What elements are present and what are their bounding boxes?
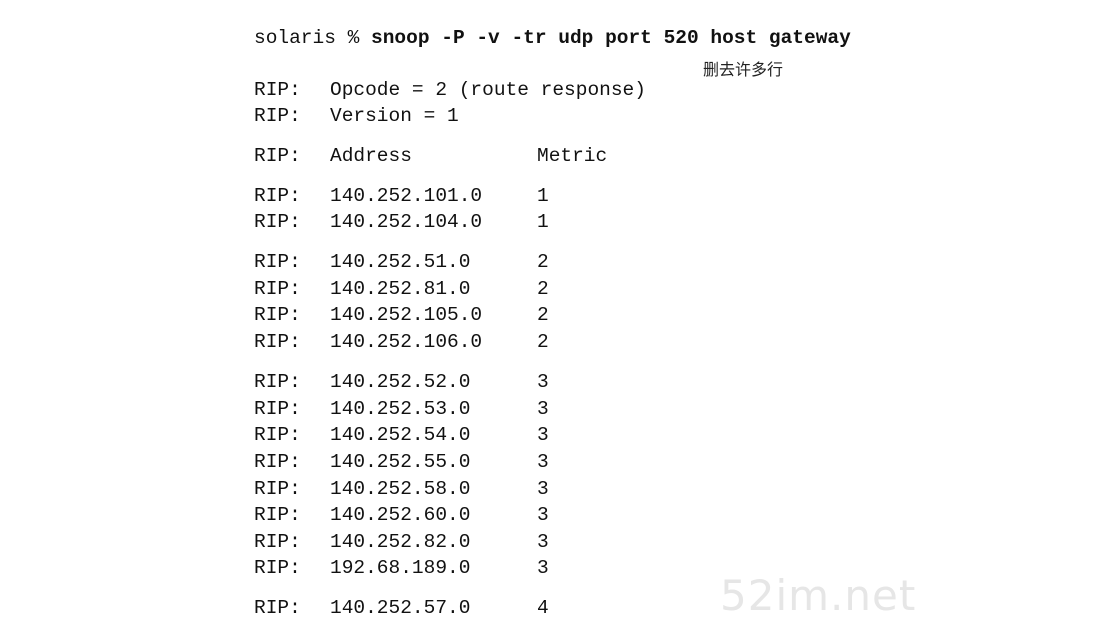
route-metric: 2 xyxy=(537,331,549,353)
table-header: RIP: Address Metric xyxy=(0,145,1110,167)
route-metric: 2 xyxy=(537,251,549,273)
route-metric: 3 xyxy=(537,451,549,473)
table-row: RIP: 140.252.106.0 2 xyxy=(0,331,1110,353)
version-text: Version = 1 xyxy=(330,105,459,127)
route-metric: 2 xyxy=(537,278,549,300)
rip-tag: RIP: xyxy=(254,331,301,353)
snoop-command: snoop -P -v -tr udp port 520 host gatewa… xyxy=(371,27,851,49)
route-metric: 3 xyxy=(537,398,549,420)
route-address: 140.252.105.0 xyxy=(330,304,483,326)
metric-column-header: Metric xyxy=(537,145,608,167)
route-metric: 1 xyxy=(537,211,549,233)
table-row: RIP: 140.252.81.0 2 xyxy=(0,278,1110,300)
address-column-header: Address xyxy=(330,145,412,167)
table-row: RIP: 140.252.51.0 2 xyxy=(0,251,1110,273)
rip-tag: RIP: xyxy=(254,211,301,233)
rip-tag: RIP: xyxy=(254,304,301,326)
rip-tag: RIP: xyxy=(254,371,301,393)
table-row: RIP: 140.252.54.0 3 xyxy=(0,424,1110,446)
rip-tag: RIP: xyxy=(254,424,301,446)
table-row: RIP: 140.252.53.0 3 xyxy=(0,398,1110,420)
terminal-output: solaris % snoop -P -v -tr udp port 520 h… xyxy=(0,0,1110,632)
table-row: RIP: 140.252.57.0 4 xyxy=(0,597,1110,619)
route-address: 140.252.52.0 xyxy=(330,371,471,393)
route-address: 140.252.55.0 xyxy=(330,451,471,473)
route-address: 140.252.51.0 xyxy=(330,251,471,273)
rip-tag: RIP: xyxy=(254,398,301,420)
route-address: 192.68.189.0 xyxy=(330,557,471,579)
rip-tag: RIP: xyxy=(254,597,301,619)
table-row: RIP: 140.252.105.0 2 xyxy=(0,304,1110,326)
route-address: 140.252.54.0 xyxy=(330,424,471,446)
rip-tag: RIP: xyxy=(254,478,301,500)
route-address: 140.252.60.0 xyxy=(330,504,471,526)
route-address: 140.252.57.0 xyxy=(330,597,471,619)
opcode-line: RIP: Opcode = 2 (route response) xyxy=(0,79,1110,101)
route-metric: 3 xyxy=(537,531,549,553)
route-address: 140.252.106.0 xyxy=(330,331,483,353)
table-row: RIP: 192.68.189.0 3 xyxy=(0,557,1110,579)
rip-tag: RIP: xyxy=(254,278,301,300)
rip-tag: RIP: xyxy=(254,185,301,207)
watermark: 52im.net xyxy=(720,571,917,620)
route-metric: 3 xyxy=(537,424,549,446)
opcode-text: Opcode = 2 (route response) xyxy=(330,79,646,101)
route-metric: 3 xyxy=(537,504,549,526)
table-row: RIP: 140.252.104.0 1 xyxy=(0,211,1110,233)
route-metric: 3 xyxy=(537,371,549,393)
rip-tag: RIP: xyxy=(254,504,301,526)
table-row: RIP: 140.252.101.0 1 xyxy=(0,185,1110,207)
route-address: 140.252.53.0 xyxy=(330,398,471,420)
route-address: 140.252.81.0 xyxy=(330,278,471,300)
route-metric: 4 xyxy=(537,597,549,619)
rip-tag: RIP: xyxy=(254,105,301,127)
version-line: RIP: Version = 1 xyxy=(0,105,1110,127)
rip-tag: RIP: xyxy=(254,145,301,167)
route-metric: 3 xyxy=(537,557,549,579)
command-line: solaris % snoop -P -v -tr udp port 520 h… xyxy=(254,27,851,49)
shell-prompt: solaris % xyxy=(254,27,372,49)
route-metric: 1 xyxy=(537,185,549,207)
table-row: RIP: 140.252.82.0 3 xyxy=(0,531,1110,553)
route-address: 140.252.104.0 xyxy=(330,211,483,233)
table-row: RIP: 140.252.60.0 3 xyxy=(0,504,1110,526)
rip-tag: RIP: xyxy=(254,451,301,473)
table-row: RIP: 140.252.58.0 3 xyxy=(0,478,1110,500)
table-row: RIP: 140.252.52.0 3 xyxy=(0,371,1110,393)
omitted-lines-note: 删去许多行 xyxy=(703,60,784,79)
route-address: 140.252.82.0 xyxy=(330,531,471,553)
rip-tag: RIP: xyxy=(254,251,301,273)
rip-tag: RIP: xyxy=(254,557,301,579)
table-row: RIP: 140.252.55.0 3 xyxy=(0,451,1110,473)
route-metric: 2 xyxy=(537,304,549,326)
route-address: 140.252.58.0 xyxy=(330,478,471,500)
route-address: 140.252.101.0 xyxy=(330,185,483,207)
route-metric: 3 xyxy=(537,478,549,500)
rip-tag: RIP: xyxy=(254,79,301,101)
rip-tag: RIP: xyxy=(254,531,301,553)
